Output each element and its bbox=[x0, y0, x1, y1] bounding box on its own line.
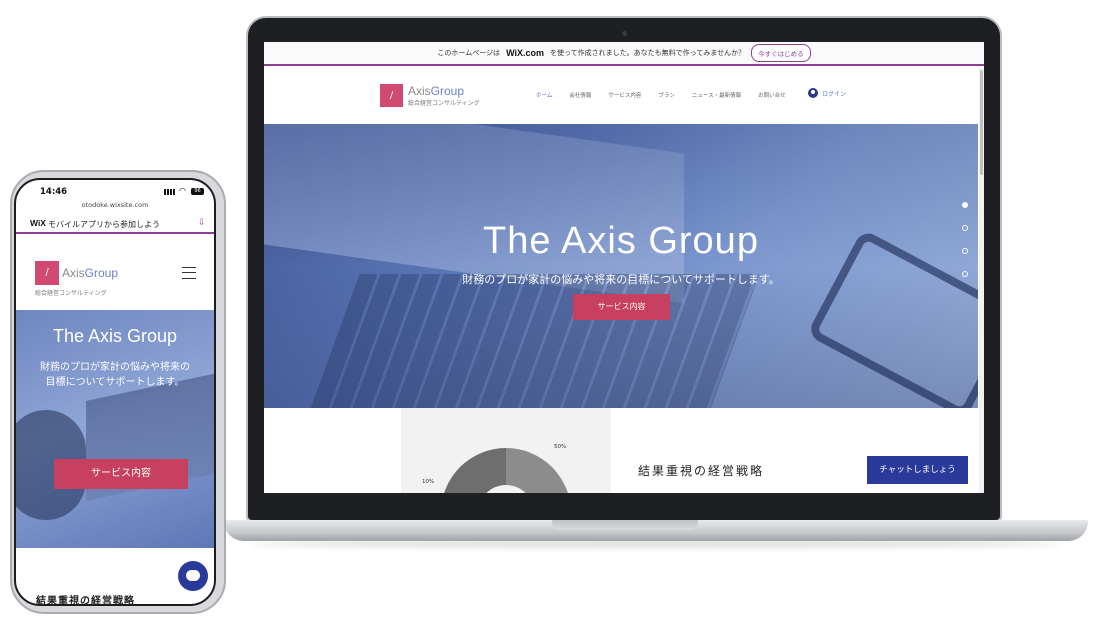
login-label: ログイン bbox=[822, 90, 847, 98]
mobile-screen: 14:46 ◠ 96 otodoke.wixsite.com WiX モバイルア… bbox=[14, 178, 216, 606]
logo-axis: Axis bbox=[408, 84, 431, 98]
wifi-icon: ◠ bbox=[179, 186, 186, 195]
chat-bubble-icon[interactable] bbox=[178, 561, 208, 591]
hero-overlay bbox=[264, 124, 978, 408]
logo-mark[interactable]: / bbox=[380, 84, 403, 107]
login-button[interactable]: ログイン bbox=[808, 88, 846, 98]
wix-banner: このホームページは WiX.com を使って作成されました。あなたも無料で作って… bbox=[264, 42, 984, 66]
section-title: 結果重視の経営戦略 bbox=[638, 464, 765, 478]
device-mockup-stage: このホームページは WiX.com を使って作成されました。あなたも無料で作って… bbox=[0, 0, 1100, 624]
nav-item-plans[interactable]: プラン bbox=[658, 91, 675, 99]
laptop-shadow bbox=[250, 540, 1062, 548]
nav-item-news[interactable]: ニュース・最新情報 bbox=[692, 91, 741, 99]
slide-dot[interactable] bbox=[962, 271, 968, 277]
logo-name[interactable]: AxisGroup bbox=[408, 84, 464, 98]
mobile-logo-mark[interactable]: / bbox=[35, 261, 59, 285]
wix-banner-text-after: を使って作成されました。あなたも無料で作ってみませんか？ bbox=[550, 49, 746, 57]
chart-label-50: 50% bbox=[554, 444, 567, 450]
mobile-hero-subtitle-line2: 目標についてサポートします。 bbox=[45, 377, 185, 388]
slide-dot[interactable] bbox=[962, 248, 968, 254]
nav-item-services[interactable]: サービス内容 bbox=[608, 91, 641, 99]
mobile-section-title: 結果重視の経営戦略 bbox=[36, 596, 135, 606]
hamburger-menu-icon[interactable] bbox=[182, 267, 196, 279]
mobile-wix-banner[interactable]: WiX モバイルアプリから参加しよう ⇩ bbox=[16, 212, 214, 234]
site-header: / AxisGroup 総合経営コンサルティング ホーム 会社情報 サービス内容… bbox=[264, 68, 984, 124]
mobile-logo-name[interactable]: AxisGroup bbox=[62, 266, 118, 280]
main-nav: ホーム 会社情報 サービス内容 プラン ニュース・最新情報 お問い合せ bbox=[536, 91, 786, 99]
nav-item-home[interactable]: ホーム bbox=[536, 91, 552, 99]
hero-title: The Axis Group bbox=[483, 220, 759, 262]
laptop-notch bbox=[552, 520, 698, 530]
logo-group: Group bbox=[430, 84, 465, 98]
battery-icon: 96 bbox=[191, 188, 204, 195]
wix-app-text: モバイルアプリから参加しよう bbox=[48, 220, 160, 229]
address-bar[interactable]: otodoke.wixsite.com bbox=[16, 201, 214, 209]
slide-dot[interactable] bbox=[962, 225, 968, 231]
nav-item-contact[interactable]: お問い合せ bbox=[758, 91, 786, 99]
mobile-services-button[interactable]: サービス内容 bbox=[54, 459, 188, 489]
status-bar: 14:46 ◠ 96 bbox=[16, 180, 214, 202]
desktop-screen: このホームページは WiX.com を使って作成されました。あなたも無料で作って… bbox=[264, 42, 984, 493]
slide-dot[interactable] bbox=[962, 202, 968, 208]
signal-icon bbox=[164, 189, 176, 195]
hero-banner: The Axis Group 財務のプロが家計の悩みや将来の目標についてサポート… bbox=[264, 124, 978, 408]
chat-button[interactable]: チャットしましょう bbox=[867, 456, 968, 484]
wix-logo[interactable]: WiX.com bbox=[506, 48, 544, 58]
mobile-logo-axis: Axis bbox=[62, 266, 85, 280]
status-time: 14:46 bbox=[40, 187, 68, 197]
services-button[interactable]: サービス内容 bbox=[573, 294, 670, 320]
chart-label-10: 10% bbox=[422, 479, 435, 485]
hero-subtitle: 財務のプロが家計の悩みや将来の目標についてサポートします。 bbox=[462, 273, 780, 286]
user-icon bbox=[808, 88, 818, 98]
download-icon[interactable]: ⇩ bbox=[198, 218, 206, 228]
wix-logo: WiX bbox=[30, 218, 46, 228]
camera-icon bbox=[622, 31, 627, 36]
logo-subtitle: 総合経営コンサルティング bbox=[408, 100, 480, 107]
mobile-hero-title: The Axis Group bbox=[52, 326, 178, 346]
mobile-hero-subtitle-line1: 財務のプロが家計の悩みや将来の bbox=[40, 362, 190, 373]
start-now-button[interactable]: 今すぐはじめる bbox=[751, 44, 811, 62]
scrollbar-thumb[interactable] bbox=[980, 70, 983, 175]
mobile-logo-group: Group bbox=[84, 266, 119, 280]
donut-chart-image: 50% 10% bbox=[401, 408, 611, 493]
mobile-logo-subtitle: 総合経営コンサルティング bbox=[35, 290, 107, 297]
nav-item-company[interactable]: 会社情報 bbox=[569, 91, 591, 99]
slide-dots bbox=[962, 202, 968, 277]
wix-banner-text-before: このホームページは bbox=[437, 49, 501, 57]
